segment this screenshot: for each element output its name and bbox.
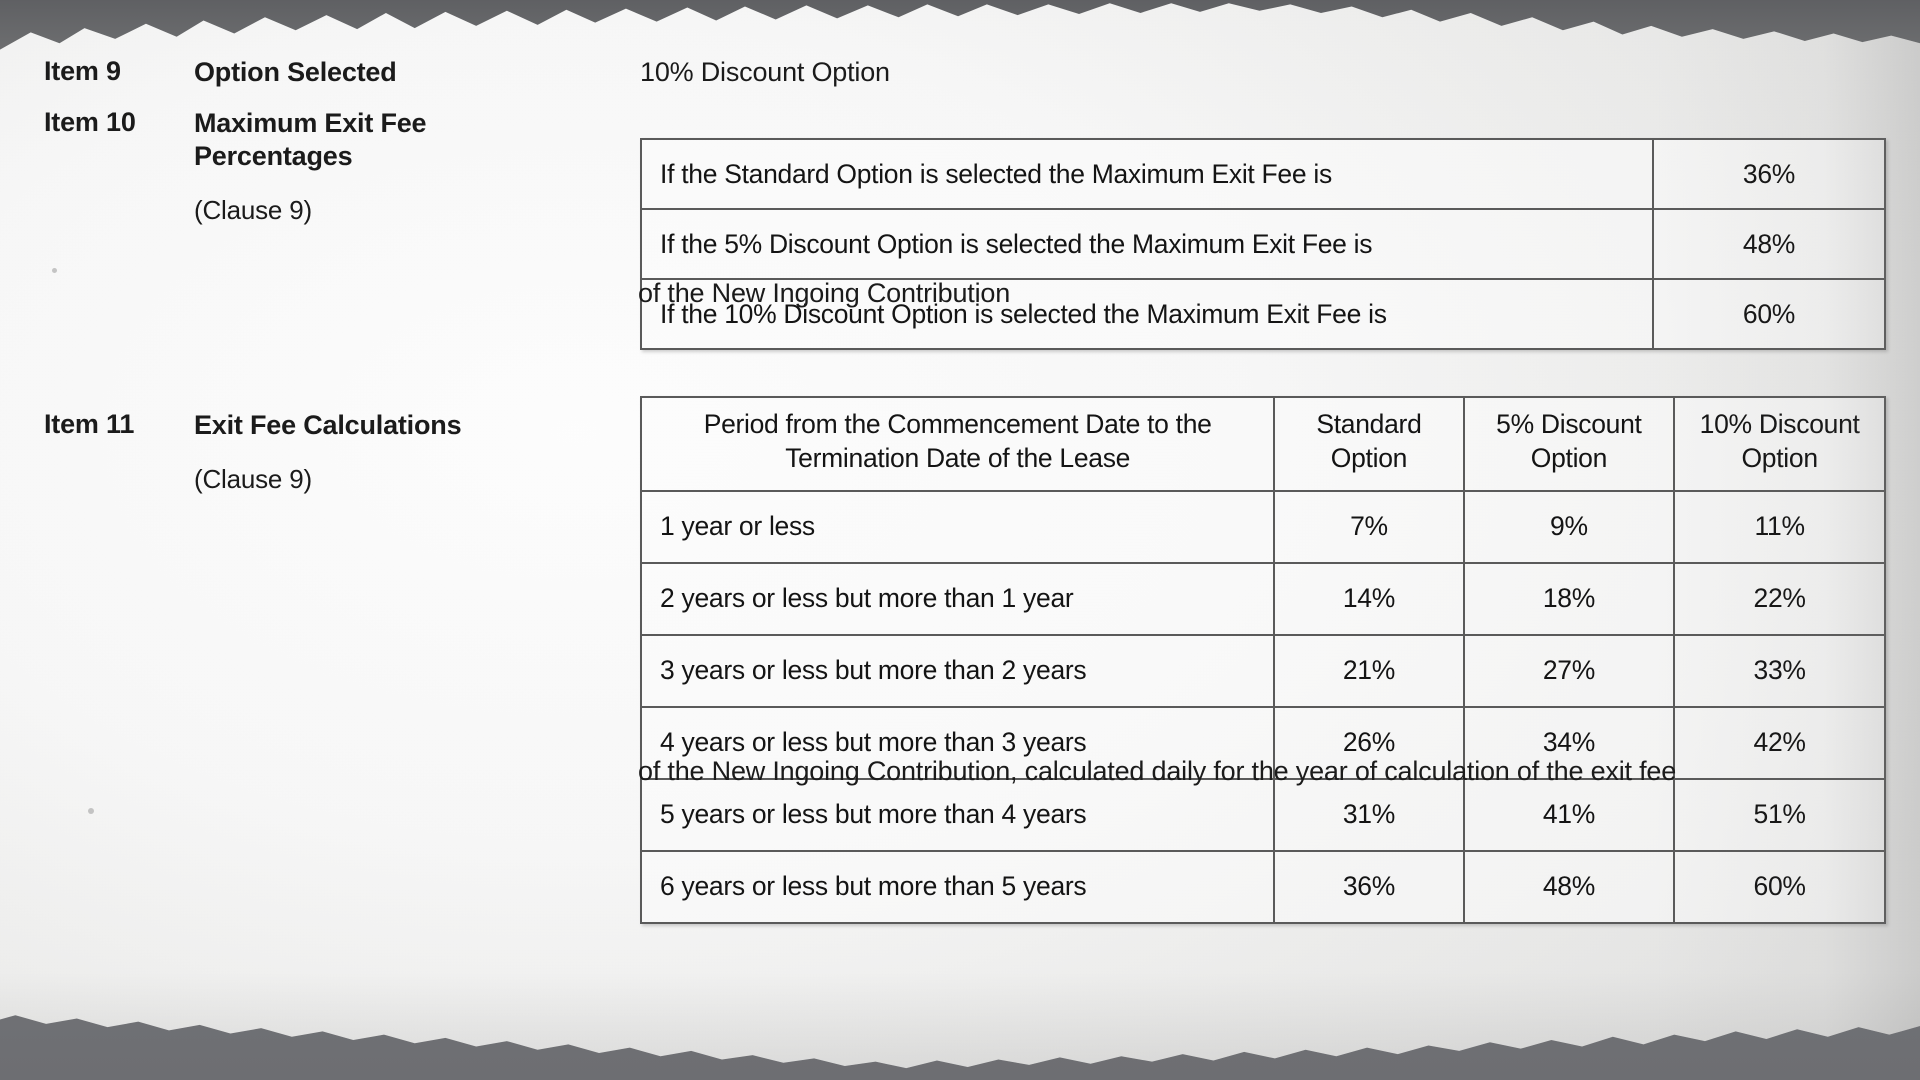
table-row: If the Standard Option is selected the M… (640, 138, 1886, 210)
standard-1: 7% (1273, 489, 1465, 564)
max-exit-fee-pct-discount10: 60% (1652, 278, 1886, 350)
period-2: 2 years or less but more than 1 year (639, 561, 1276, 636)
discount10-6: 60% (1673, 849, 1886, 924)
item-title-11: Exit Fee Calculations (194, 410, 462, 440)
discount10-3: 33% (1673, 633, 1886, 708)
screenshot-canvas: Item 9 Option Selected 10% Discount Opti… (0, 0, 1920, 1080)
item-title-9: Option Selected (194, 57, 397, 87)
item-number-11: Item 11 (44, 409, 194, 495)
item-row-9: Item 9 Option Selected (44, 56, 397, 89)
period-5: 5 years or less but more than 4 years (639, 777, 1276, 852)
max-exit-fee-desc-discount5: If the 5% Discount Option is selected th… (640, 208, 1654, 280)
header-discount-10: 10% Discount Option (1673, 396, 1886, 492)
paper-speck (52, 268, 57, 273)
item-number-11-label: Item 11 (44, 409, 135, 439)
standard-5: 31% (1273, 777, 1465, 852)
max-exit-fee-pct-standard: 36% (1652, 138, 1886, 210)
table-row: If the 5% Discount Option is selected th… (640, 208, 1886, 280)
paper-speck (88, 808, 94, 814)
header-period: Period from the Commencement Date to the… (639, 396, 1276, 492)
discount5-1: 9% (1462, 489, 1676, 564)
max-exit-fee-table-body: If the Standard Option is selected the M… (640, 138, 1886, 350)
item-number-10: Item 10 (44, 107, 194, 226)
item-title-10: Maximum Exit Fee Percentages (194, 108, 427, 171)
period-1: 1 year or less (639, 489, 1276, 564)
discount10-1: 11% (1673, 489, 1886, 564)
table-row: 1 year or less 7% 9% 11% (639, 489, 1886, 564)
exit-fee-calculations-table: Period from the Commencement Date to the… (639, 396, 1886, 924)
discount5-5: 41% (1462, 777, 1676, 852)
item-number-10-label: Item 10 (44, 107, 136, 137)
period-3: 3 years or less but more than 2 years (639, 633, 1276, 708)
exit-fee-table-head: Period from the Commencement Date to the… (639, 396, 1886, 492)
standard-6: 36% (1273, 849, 1465, 924)
item-11-clause: (Clause 9) (194, 463, 312, 494)
discount5-6: 48% (1462, 849, 1676, 924)
option-selected-value: 10% Discount Option (640, 57, 890, 87)
torn-paper-sheet: Item 9 Option Selected 10% Discount Opti… (0, 3, 1920, 1069)
item-10-footnote: of the New Ingoing Contribution (638, 278, 1011, 308)
standard-2: 14% (1273, 561, 1465, 636)
item-number-9: Item 9 (44, 56, 121, 86)
max-exit-fee-pct-discount5: 48% (1652, 208, 1886, 280)
table-row: 6 years or less but more than 5 years 36… (639, 849, 1886, 924)
document-content: Item 9 Option Selected 10% Discount Opti… (0, 3, 1920, 1068)
discount5-3: 27% (1462, 633, 1676, 708)
discount5-2: 18% (1462, 561, 1676, 636)
table-header-row: Period from the Commencement Date to the… (639, 396, 1886, 492)
discount10-2: 22% (1673, 561, 1886, 636)
item-row-10: Item 10 Maximum Exit Fee Percentages (Cl… (44, 107, 584, 226)
table-row: 3 years or less but more than 2 years 21… (639, 633, 1886, 708)
table-row: 5 years or less but more than 4 years 31… (639, 777, 1886, 852)
max-exit-fee-table: If the Standard Option is selected the M… (640, 138, 1886, 350)
discount10-5: 51% (1673, 777, 1886, 852)
item-row-11: Item 11 Exit Fee Calculations (Clause 9) (44, 409, 594, 495)
table-row: 2 years or less but more than 1 year 14%… (639, 561, 1886, 636)
item-10-clause: (Clause 9) (194, 194, 312, 225)
item-10-text-block: Maximum Exit Fee Percentages (Clause 9) (194, 107, 584, 226)
max-exit-fee-desc-standard: If the Standard Option is selected the M… (640, 138, 1654, 210)
header-discount-5: 5% Discount Option (1462, 396, 1676, 492)
period-6: 6 years or less but more than 5 years (639, 849, 1276, 924)
standard-3: 21% (1273, 633, 1465, 708)
item-11-text-block: Exit Fee Calculations (Clause 9) (194, 409, 594, 495)
header-standard: Standard Option (1273, 396, 1465, 492)
item-11-footnote: of the New Ingoing Contribution, calcula… (638, 756, 1677, 786)
exit-fee-table-body: 1 year or less 7% 9% 11% 2 years or less… (639, 489, 1886, 924)
